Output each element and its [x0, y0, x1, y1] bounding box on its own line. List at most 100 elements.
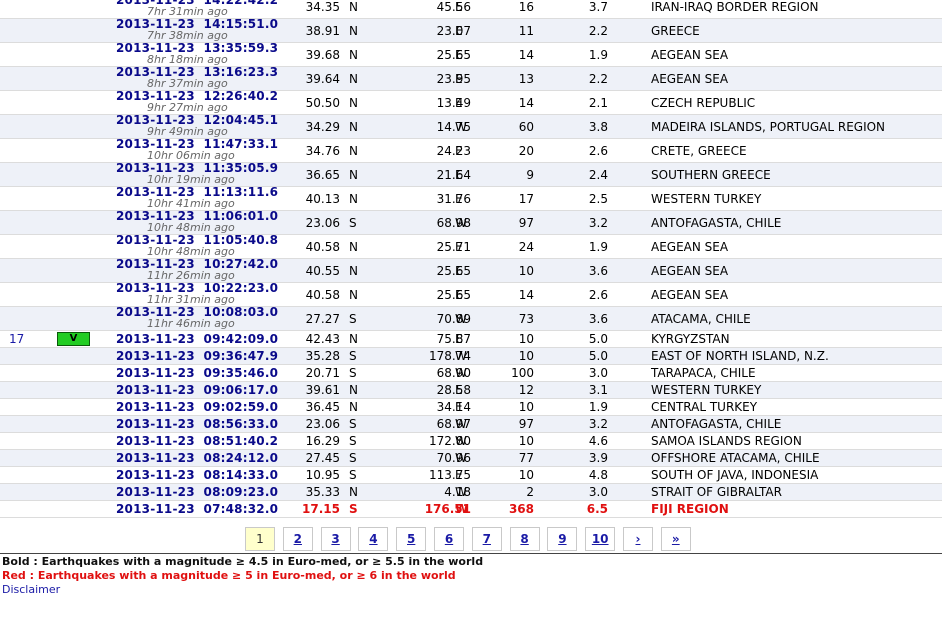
event-time: 09:06:17.0	[203, 383, 279, 397]
event-time: 08:09:23.0	[203, 485, 279, 499]
table-row[interactable]: 17 V 2013-11-23 09:42:09.0 42.43 N 75.87 E 10 5.…	[0, 331, 942, 348]
region-name: WESTERN TURKEY	[651, 192, 762, 206]
region-name: CRETE, GREECE	[651, 144, 747, 158]
page-last-button[interactable]: »	[660, 527, 691, 551]
latitude-hemisphere: N	[349, 48, 358, 62]
latitude: 35.33	[305, 485, 340, 499]
event-time: 07:48:32.0	[203, 502, 279, 516]
latitude-hemisphere: S	[349, 434, 357, 448]
event-datetime-link[interactable]: 2013-11-23 09:36:47.9	[116, 349, 278, 363]
page-button-1[interactable]: 1	[245, 527, 275, 551]
page-button-10[interactable]: 10	[585, 527, 616, 551]
table-row[interactable]: 2013-11-23 09:06:17.0 39.61 N 28.58 E 12 3.1 WE…	[0, 382, 942, 399]
latitude: 17.15	[302, 502, 340, 516]
event-date: 2013-11-23	[116, 349, 195, 363]
event-datetime-link[interactable]: 2013-11-23 08:24:12.0	[116, 451, 278, 465]
region-name: AEGEAN SEA	[651, 240, 729, 254]
event-date: 2013-11-23	[116, 383, 195, 397]
magnitude: 2.5	[588, 192, 608, 206]
page-next-button[interactable]: ›	[623, 527, 653, 551]
table-row[interactable]: 2013-11-23 07:48:32.0 17.15 S 176.51 W 368 6.5…	[0, 501, 942, 518]
table-row[interactable]: 2013-11-23 11:13:11.6 10hr 41min ago 40.13…	[0, 185, 942, 211]
page-button-4[interactable]: 4	[358, 527, 389, 551]
event-datetime-link[interactable]: 2013-11-23 09:35:46.0	[116, 366, 278, 380]
latitude-hemisphere: S	[349, 349, 357, 363]
table-row[interactable]: 2013-11-23 14:15:51.0 7hr 38min ago 38.91 N…	[0, 17, 942, 43]
table-row[interactable]: 2013-11-23 12:04:45.1 9hr 49min ago 34.29 N…	[0, 113, 942, 139]
date-time-spacer	[195, 417, 204, 431]
event-datetime-link[interactable]: 2013-11-23 07:48:32.0	[116, 502, 278, 516]
event-datetime-link[interactable]: 2013-11-23 08:09:23.0	[116, 485, 278, 499]
latitude-hemisphere: N	[349, 72, 358, 86]
event-datetime-link[interactable]: 2013-11-23 09:02:59.0	[116, 400, 278, 414]
latitude: 39.61	[305, 383, 340, 397]
table-row[interactable]: 2013-11-23 08:24:12.0 27.45 S 70.96 W 77 3.9 OF…	[0, 450, 942, 467]
longitude-hemisphere: E	[455, 383, 463, 397]
latitude-hemisphere: S	[349, 312, 357, 326]
event-datetime-link[interactable]: 2013-11-23 08:51:40.2	[116, 434, 278, 448]
table-row[interactable]: 2013-11-23 09:02:59.0 36.45 N 34.14 E 10 1.9 CE…	[0, 399, 942, 416]
region-name: MADEIRA ISLANDS, PORTUGAL REGION	[651, 120, 886, 134]
table-row[interactable]: 2013-11-23 08:09:23.0 35.33 N 4.18 W 2 3.0 STRA…	[0, 484, 942, 501]
magnitude: 6.5	[586, 502, 608, 516]
table-row[interactable]: 2013-11-23 08:51:40.2 16.29 S 172.80 W 10 4.6 S…	[0, 433, 942, 450]
region-name: TARAPACA, CHILE	[651, 366, 756, 380]
table-row[interactable]: 2013-11-23 10:22:23.0 11hr 31min ago 40.58…	[0, 281, 942, 307]
event-datetime-link[interactable]: 2013-11-23 09:42:09.0	[116, 332, 278, 346]
table-row[interactable]: 2013-11-23 10:08:03.0 11hr 46min ago 27.27…	[0, 305, 942, 331]
table-row[interactable]: 2013-11-23 10:27:42.0 11hr 26min ago 40.55…	[0, 257, 942, 283]
table-row[interactable]: 2013-11-23 12:26:40.2 9hr 27min ago 50.50 N…	[0, 89, 942, 115]
table-row[interactable]: 2013-11-23 11:47:33.1 10hr 06min ago 34.76…	[0, 137, 942, 163]
table-row[interactable]: 2013-11-23 08:14:33.0 10.95 S 113.75 E 10 4.8 S…	[0, 467, 942, 484]
event-date: 2013-11-23	[116, 400, 195, 414]
table-row[interactable]: 2013-11-23 09:35:46.0 20.71 S 68.90 W 100 3.0 T…	[0, 365, 942, 382]
latitude-hemisphere: N	[349, 96, 358, 110]
longitude-hemisphere: W	[455, 451, 467, 465]
table-row[interactable]: 2013-11-23 11:06:01.0 10hr 48min ago 23.06…	[0, 209, 942, 235]
longitude-hemisphere: W	[455, 502, 469, 516]
longitude-hemisphere: E	[455, 0, 463, 14]
longitude-hemisphere: W	[455, 216, 467, 230]
region-name: AEGEAN SEA	[651, 264, 729, 278]
latitude-hemisphere: N	[349, 400, 358, 414]
latitude-hemisphere: N	[349, 485, 358, 499]
table-row[interactable]: 2013-11-23 09:36:47.9 35.28 S 178.74 W 10 5.0 E…	[0, 348, 942, 365]
latitude-hemisphere: N	[349, 144, 358, 158]
page-button-5[interactable]: 5	[396, 527, 427, 551]
page-button-8[interactable]: 8	[509, 527, 540, 551]
page-button-6[interactable]: 6	[434, 527, 464, 551]
depth: 100	[511, 366, 534, 380]
latitude: 42.43	[305, 332, 340, 346]
latitude-hemisphere: S	[349, 366, 357, 380]
page-button-7[interactable]: 7	[471, 527, 502, 551]
latitude: 36.45	[305, 400, 340, 414]
magnitude: 3.8	[588, 120, 608, 134]
event-datetime-link[interactable]: 2013-11-23 08:56:33.0	[116, 417, 278, 431]
event-datetime-link[interactable]: 2013-11-23 09:06:17.0	[116, 383, 278, 397]
latitude-hemisphere: N	[349, 288, 358, 302]
latitude: 35.28	[305, 349, 340, 363]
event-datetime-link[interactable]: 2013-11-23 08:14:33.0	[116, 468, 278, 482]
magnitude: 3.6	[588, 312, 608, 326]
page-button-3[interactable]: 3	[320, 527, 351, 551]
latitude: 10.95	[305, 468, 340, 482]
latitude: 40.58	[305, 288, 340, 302]
status-badge: V	[57, 332, 90, 346]
date-time-spacer	[195, 434, 204, 448]
latitude-hemisphere: S	[349, 502, 358, 516]
region-name: AEGEAN SEA	[651, 288, 729, 302]
page-button-2[interactable]: 2	[282, 527, 313, 551]
table-row[interactable]: 2013-11-23 11:05:40.8 10hr 48min ago 40.58…	[0, 233, 942, 259]
table-row[interactable]: 2013-11-23 11:35:05.9 10hr 19min ago 36.65…	[0, 161, 942, 187]
legend-divider	[0, 553, 942, 554]
longitude-hemisphere: E	[455, 400, 463, 414]
page-button-9[interactable]: 9	[547, 527, 578, 551]
disclaimer-link[interactable]: Disclaimer	[2, 583, 60, 596]
table-row[interactable]: 2013-11-23 08:56:33.0 23.06 S 68.97 W 97 3.2 AN…	[0, 416, 942, 433]
longitude-hemisphere: W	[455, 312, 467, 326]
event-time: 09:36:47.9	[203, 349, 279, 363]
event-date: 2013-11-23	[116, 485, 195, 499]
table-row[interactable]: 2013-11-23 13:35:59.3 8hr 18min ago 39.68 N…	[0, 41, 942, 67]
table-row[interactable]: 2013-11-23 13:16:23.3 8hr 37min ago 39.64 N…	[0, 65, 942, 91]
magnitude: 5.0	[588, 332, 608, 346]
